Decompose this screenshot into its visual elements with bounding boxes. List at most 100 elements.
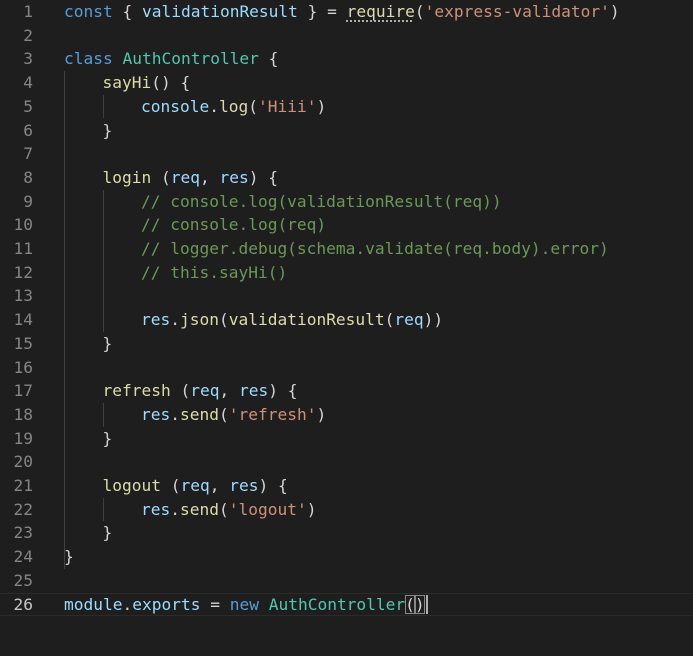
- code-line[interactable]: 3 class AuthController {: [0, 47, 693, 71]
- code-token: }: [64, 547, 74, 567]
- code-token: (: [248, 96, 258, 116]
- code-token: ) {: [268, 381, 298, 401]
- code-text: res.send('refresh'): [141, 403, 326, 427]
- code-token: ): [609, 2, 620, 21]
- code-token: }: [102, 333, 113, 353]
- code-line[interactable]: 17 refresh (req, res) {: [0, 379, 693, 403]
- code-line[interactable]: 22 res.send('logout'): [0, 498, 693, 522]
- line-number: 16: [13, 357, 34, 377]
- code-line[interactable]: 23}: [0, 521, 693, 545]
- code-token: (: [218, 499, 229, 519]
- code-token: new: [229, 594, 259, 614]
- code-line[interactable]: 18 res.send('refresh'): [0, 403, 693, 427]
- code-token: 'logout': [228, 499, 307, 519]
- code-token: } =: [297, 2, 347, 21]
- code-token: send: [180, 499, 219, 519]
- code-line[interactable]: 2: [0, 24, 693, 48]
- code-line[interactable]: 4 sayHi() {: [0, 71, 693, 95]
- line-number: 17: [13, 381, 34, 401]
- line-number: 13: [13, 286, 34, 306]
- code-token: // console.log(validationResult(req)): [141, 191, 502, 211]
- line-number: 2: [23, 25, 33, 45]
- indent-guide: [102, 94, 104, 119]
- code-line[interactable]: 19}: [0, 427, 693, 451]
- code-token: .: [170, 499, 180, 519]
- code-token: ) {: [258, 476, 288, 495]
- line-number: 14: [13, 310, 34, 330]
- code-text: // console.log(req): [141, 213, 326, 237]
- code-token: {: [258, 49, 279, 69]
- code-line[interactable]: 8 login (req, res) {: [0, 166, 693, 190]
- code-token: console: [141, 96, 210, 116]
- line-number: 23: [13, 523, 34, 543]
- code-token: // this.sayHi(): [141, 262, 288, 282]
- code-editor[interactable]: 1 const { validationResult } = require('e…: [0, 0, 693, 656]
- code-line[interactable]: 20: [0, 450, 693, 474]
- line-number: 26: [13, 594, 34, 614]
- code-line[interactable]: 1 const { validationResult } = require('e…: [0, 0, 693, 24]
- code-line[interactable]: 14 res.json(validationResult(req)): [0, 308, 693, 332]
- code-text: }: [103, 521, 113, 545]
- code-text: res.json(validationResult(req)): [141, 308, 443, 332]
- code-text: const { validationResult } = require('ex…: [64, 0, 620, 24]
- code-token: class: [64, 49, 113, 69]
- code-line[interactable]: 15}: [0, 332, 693, 356]
- code-token: res: [141, 310, 171, 330]
- code-token: res: [141, 404, 171, 424]
- code-token: res: [219, 167, 249, 187]
- code-token: const: [64, 2, 113, 21]
- line-number: 4: [23, 73, 33, 93]
- code-token: 'refresh': [228, 404, 317, 424]
- code-token: req: [394, 310, 424, 330]
- code-line[interactable]: 10 // console.log(req): [0, 213, 693, 237]
- line-number: 8: [23, 167, 33, 187]
- code-token: ): [306, 499, 317, 519]
- code-token: ,: [209, 476, 230, 495]
- code-token: .: [209, 96, 219, 116]
- code-token: ,: [219, 381, 239, 401]
- code-line[interactable]: 16: [0, 356, 693, 380]
- code-line[interactable]: 11 // logger.debug(schema.validate(req.bo…: [0, 237, 693, 261]
- code-token: ): [414, 594, 425, 614]
- code-line[interactable]: 26 module.exports = new AuthController(): [0, 592, 693, 617]
- code-token: (: [218, 310, 229, 330]
- line-number: 19: [13, 428, 34, 448]
- code-line[interactable]: 24}: [0, 545, 693, 569]
- indent-guide: [64, 71, 65, 569]
- code-token: =: [200, 594, 230, 614]
- indent-guide: [102, 402, 104, 427]
- code-token: (: [151, 167, 171, 187]
- code-text: login (req, res) {: [103, 166, 278, 190]
- code-token: () {: [151, 73, 191, 93]
- code-token: module: [64, 594, 123, 614]
- code-token: AuthController: [122, 49, 259, 69]
- code-line[interactable]: 5 console.log('Hiii'): [0, 95, 693, 119]
- code-token: ): [316, 404, 327, 424]
- code-text: refresh (req, res) {: [103, 379, 298, 403]
- code-line[interactable]: 6}: [0, 119, 693, 143]
- code-text: class AuthController {: [64, 47, 278, 71]
- code-line[interactable]: 25: [0, 569, 693, 593]
- code-line[interactable]: 7: [0, 142, 693, 166]
- code-token: // logger.debug(schema.validate(req.body…: [141, 239, 609, 258]
- code-token: req: [170, 167, 200, 187]
- code-line[interactable]: 21 logout (req, res) {: [0, 474, 693, 498]
- code-token: .: [170, 310, 180, 330]
- code-text: }: [103, 119, 113, 143]
- line-number: 15: [13, 333, 34, 353]
- indent-guide: [102, 497, 104, 522]
- code-line[interactable]: 9 // console.log(validationResult(req)): [0, 190, 693, 214]
- line-number: 6: [23, 120, 33, 140]
- line-number: 18: [13, 404, 34, 424]
- code-line[interactable]: 13: [0, 284, 693, 308]
- code-token: 'Hiii': [257, 96, 317, 116]
- code-token: res: [238, 381, 269, 401]
- code-token: )): [423, 310, 444, 330]
- code-line[interactable]: 12 // this.sayHi(): [0, 261, 693, 285]
- line-number: 9: [23, 191, 33, 211]
- code-token: {: [112, 2, 142, 21]
- code-token: .: [170, 404, 180, 424]
- code-token: AuthController: [268, 594, 406, 614]
- code-token: (: [160, 476, 181, 495]
- code-text: }: [103, 427, 113, 451]
